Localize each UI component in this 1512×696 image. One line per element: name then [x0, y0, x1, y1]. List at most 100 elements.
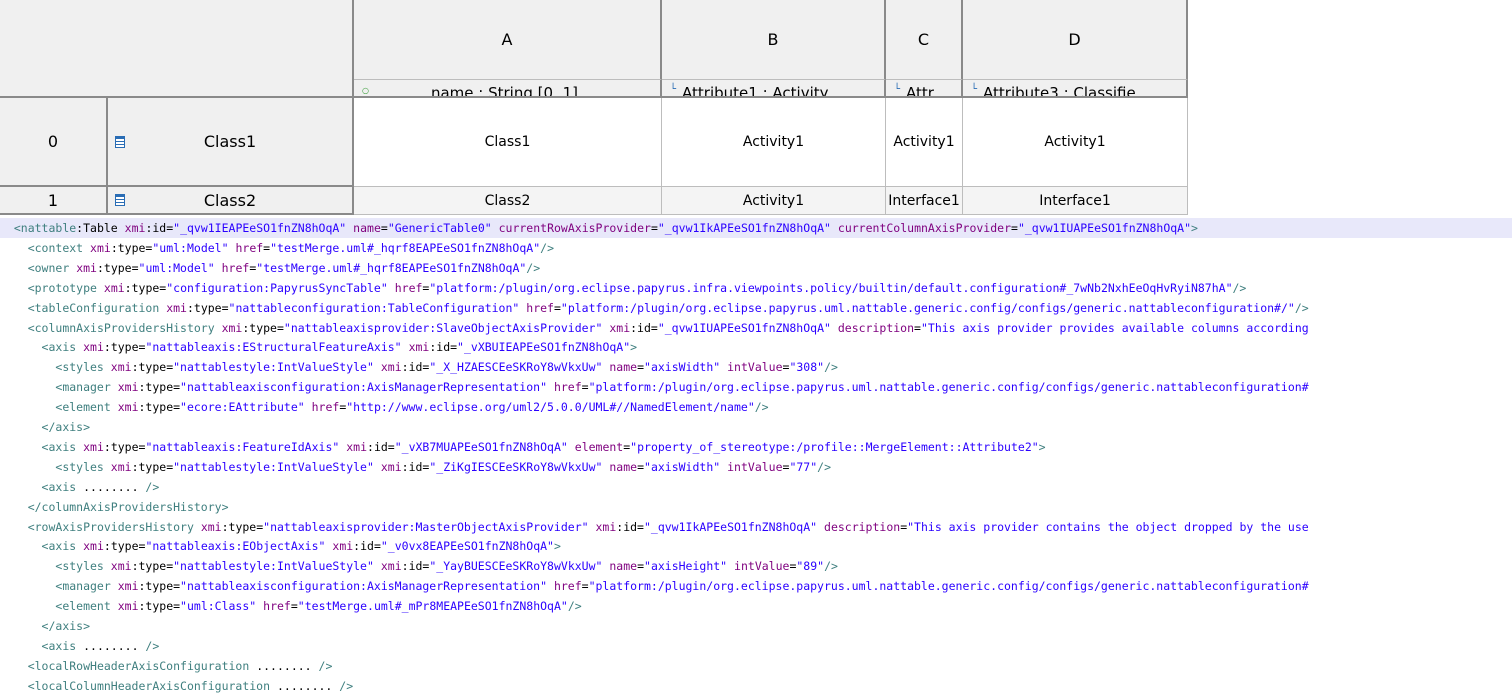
- cell-value: Activity1: [893, 134, 955, 150]
- xmi-line[interactable]: <tableConfiguration xmi:type="nattableco…: [0, 298, 1512, 318]
- xmi-plain: =: [637, 360, 645, 375]
- xmi-line[interactable]: </axis>: [0, 616, 1512, 636]
- column-feature-header-a[interactable]: ○ name : String [0..1]: [354, 80, 662, 98]
- xmi-attr: xmi: [76, 260, 97, 275]
- xmi-plain: [547, 579, 554, 593]
- table-cell[interactable]: Activity1: [886, 98, 963, 187]
- column-header-b[interactable]: B: [662, 0, 886, 80]
- xmi-val: "nattableaxisconfiguration:AxisManagerRe…: [180, 380, 547, 395]
- row-label-header[interactable]: Class1: [108, 98, 354, 187]
- xmi-plain: ........: [83, 638, 146, 653]
- xmi-plain: [305, 400, 312, 414]
- xmi-indent: [0, 221, 14, 235]
- column-feature-label: name : String [0..1]: [430, 84, 578, 98]
- table-cell[interactable]: Activity1: [963, 98, 1188, 187]
- row-label-header[interactable]: Class2: [108, 187, 354, 215]
- xmi-line[interactable]: <axis ........ />: [0, 636, 1512, 656]
- xmi-line[interactable]: </axis>: [0, 417, 1512, 437]
- xmi-line[interactable]: <rowAxisProvidersHistory xmi:type="natta…: [0, 517, 1512, 537]
- column-feature-header-b[interactable]: └ Attribute1 : Activity: [662, 80, 886, 98]
- xmi-line[interactable]: </columnAxisProvidersHistory>: [0, 497, 1512, 517]
- xmi-indent: [0, 241, 28, 255]
- xmi-indent: [0, 400, 55, 414]
- xmi-plain: [831, 221, 838, 235]
- table-cell[interactable]: Class1: [354, 98, 662, 187]
- xmi-line[interactable]: <manager xmi:type="nattableaxisconfigura…: [0, 576, 1512, 596]
- xmi-attr: currentColumnAxisProvider: [837, 221, 1011, 235]
- xmi-attr: xmi: [110, 559, 132, 574]
- xmi-plain: :type=: [138, 400, 181, 415]
- table-corner[interactable]: [0, 0, 354, 98]
- xmi-line[interactable]: <prototype xmi:type="configuration:Papyr…: [0, 278, 1512, 298]
- column-feature-header-d[interactable]: └ Attribute3 : Classifie: [963, 80, 1188, 98]
- xmi-source-view[interactable]: <nattable:Table xmi:id="_qvw1IEAPEeSO1fn…: [0, 218, 1512, 693]
- xmi-val: "configuration:PapyrusSyncTable": [166, 280, 388, 295]
- xmi-tag: </axis: [41, 420, 84, 434]
- xmi-plain: [215, 261, 222, 275]
- xmi-line[interactable]: <nattable:Table xmi:id="_qvw1IEAPEeSO1fn…: [0, 218, 1512, 238]
- xmi-plain: :id=: [630, 320, 658, 335]
- xmi-plain: :type=: [96, 260, 139, 275]
- xmi-plain: [374, 559, 381, 573]
- xmi-plain: :id=: [401, 459, 430, 474]
- xmi-plain: :type=: [138, 380, 181, 395]
- xmi-val: "_qvw1IkAPEeSO1fnZN8hOqA": [657, 221, 831, 235]
- xmi-plain: ........: [83, 479, 146, 494]
- feature-dot-icon: ○: [362, 86, 369, 95]
- xmi-line[interactable]: <styles xmi:type="nattablestyle:IntValue…: [0, 457, 1512, 477]
- xmi-plain: :type=: [103, 539, 146, 554]
- row-index-header[interactable]: 1: [0, 187, 108, 215]
- xmi-indent: [0, 539, 42, 553]
- xmi-tag: />: [824, 559, 838, 574]
- xmi-val: "testMerge.uml#_hqrf8EAPEeSO1fnZN8hOqA": [270, 240, 541, 255]
- xmi-attr: xmi: [117, 380, 139, 395]
- column-header-d[interactable]: D: [963, 0, 1188, 80]
- xmi-line[interactable]: <styles xmi:type="nattablestyle:IntValue…: [0, 357, 1512, 377]
- xmi-line[interactable]: <element xmi:type="ecore:EAttribute" hre…: [0, 397, 1512, 417]
- xmi-line[interactable]: <owner xmi:type="uml:Model" href="testMe…: [0, 258, 1512, 278]
- xmi-plain: =: [553, 300, 561, 315]
- xmi-plain: :type=: [103, 340, 146, 355]
- xmi-attr: href: [235, 240, 264, 255]
- xmi-tag: <styles: [55, 459, 104, 474]
- xmi-line[interactable]: <styles xmi:type="nattablestyle:IntValue…: [0, 556, 1512, 576]
- xmi-line[interactable]: <manager xmi:type="nattableaxisconfigura…: [0, 377, 1512, 397]
- table-cell[interactable]: Class2: [354, 187, 662, 215]
- table-cell[interactable]: Interface1: [886, 187, 963, 215]
- xmi-tag: />: [526, 260, 541, 275]
- xmi-line[interactable]: <axis xmi:type="nattableaxis:FeatureIdAx…: [0, 437, 1512, 457]
- xmi-attr: xmi: [117, 599, 139, 614]
- xmi-plain: =: [914, 320, 921, 335]
- table-cell[interactable]: Activity1: [662, 187, 886, 215]
- cell-value: Activity1: [1044, 134, 1106, 150]
- xmi-val: "_qvw1IEAPEeSO1fnZN8hOqA": [173, 221, 347, 235]
- xmi-plain: :id=: [367, 439, 395, 454]
- table-cell[interactable]: Activity1: [662, 98, 886, 187]
- xmi-line[interactable]: <context xmi:type="uml:Model" href="test…: [0, 238, 1512, 258]
- uml-class-icon: [115, 194, 125, 206]
- xmi-line[interactable]: <element xmi:type="uml:Class" href="test…: [0, 596, 1512, 616]
- xmi-plain: :type=: [242, 320, 284, 335]
- xmi-line[interactable]: <axis ........ />: [0, 477, 1512, 497]
- xmi-line[interactable]: <axis xmi:type="nattableaxis:EStructural…: [0, 337, 1512, 357]
- column-feature-header-c[interactable]: └ Attr: [886, 80, 963, 98]
- column-header-c[interactable]: C: [886, 0, 963, 80]
- row-index-header[interactable]: 0: [0, 98, 108, 187]
- column-letter: A: [501, 30, 513, 49]
- xmi-attr: xmi: [117, 579, 139, 594]
- xmi-plain: [831, 321, 838, 335]
- xmi-line[interactable]: <localRowHeaderAxisConfiguration .......…: [0, 656, 1512, 676]
- xmi-attr: intValue: [727, 459, 783, 474]
- xmi-plain: =: [581, 380, 589, 395]
- xmi-plain: :id=: [353, 539, 381, 554]
- xmi-indent: [0, 301, 28, 315]
- xmi-attr: xmi: [200, 519, 222, 534]
- xmi-line[interactable]: <axis xmi:type="nattableaxis:EObjectAxis…: [0, 536, 1512, 556]
- xmi-val: "nattableconfiguration:TableConfiguratio…: [228, 300, 520, 315]
- xmi-attr: intValue: [727, 360, 783, 375]
- xmi-line[interactable]: <columnAxisProvidersHistory xmi:type="na…: [0, 318, 1512, 338]
- column-header-a[interactable]: A: [354, 0, 662, 80]
- table-cell[interactable]: Interface1: [963, 187, 1188, 215]
- xmi-attr: xmi: [609, 320, 631, 335]
- xmi-line[interactable]: <localColumnHeaderAxisConfiguration ....…: [0, 676, 1512, 696]
